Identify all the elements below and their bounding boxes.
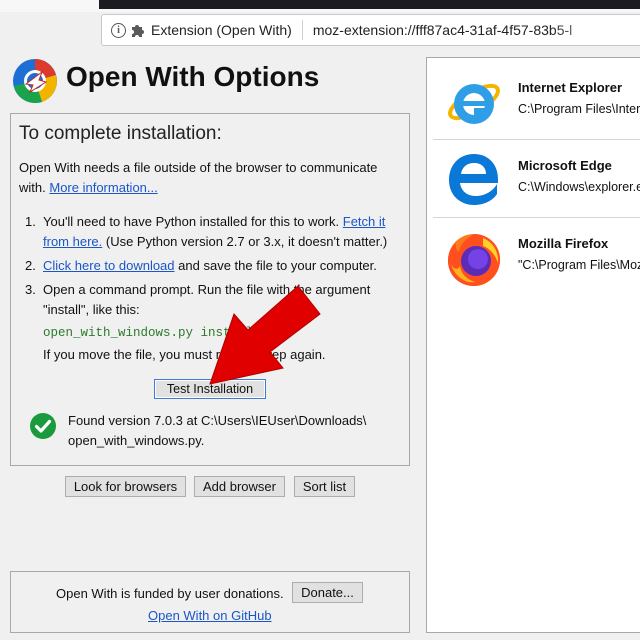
installation-heading: To complete installation: — [19, 123, 222, 144]
donate-button[interactable]: Donate... — [292, 582, 363, 603]
info-icon[interactable]: i — [111, 22, 126, 38]
browser-item-mozilla-firefox[interactable]: Mozilla Firefox "C:\Program Files\Mozill… — [433, 220, 640, 296]
installation-status: Found version 7.0.3 at C:\Users\IEUser\D… — [68, 413, 367, 448]
download-link[interactable]: Click here to download — [43, 258, 175, 273]
url-separator — [301, 20, 303, 40]
step-1: 1. You'll need to have Python installed … — [25, 214, 388, 249]
microsoft-edge-icon — [449, 154, 498, 205]
puzzle-icon — [132, 25, 144, 37]
url-bar[interactable]: i Extension (Open With) moz-extension://… — [101, 14, 640, 46]
sort-list-button[interactable]: Sort list — [294, 476, 355, 497]
browser-name: Microsoft Edge — [518, 158, 612, 173]
browser-item-internet-explorer[interactable]: Internet Explorer C:\Program Files\Inter… — [433, 64, 640, 140]
url-text[interactable]: moz-extension://fff87ac4-31af-4f57-83b5-… — [313, 22, 572, 38]
browser-top-strip — [0, 0, 640, 12]
extension-label: Extension (Open With) — [151, 22, 292, 38]
open-with-logo — [13, 59, 57, 104]
donation-text: Open With is funded by user donations. — [56, 586, 284, 601]
browser-path: C:\Program Files\Internet Explorer\iexpl… — [518, 102, 640, 116]
install-steps: 1. You'll need to have Python installed … — [25, 212, 403, 347]
install-command: open_with_windows.py install — [43, 326, 254, 340]
github-link[interactable]: Open With on GitHub — [148, 608, 272, 623]
more-information-link[interactable]: More information... — [49, 180, 157, 195]
step-2: 2. Click here to download and save the f… — [25, 258, 377, 273]
installation-panel: To complete installation: Open With need… — [10, 113, 410, 466]
browser-name: Mozilla Firefox — [518, 236, 609, 251]
step-3: 3. Open a command prompt. Run the file w… — [25, 280, 403, 343]
move-file-note: If you move the file, you must run this … — [43, 347, 326, 362]
browser-item-microsoft-edge[interactable]: Microsoft Edge C:\Windows\explorer.exe s… — [433, 142, 640, 218]
look-for-browsers-button[interactable]: Look for browsers — [65, 476, 186, 497]
add-browser-button[interactable]: Add browser — [194, 476, 285, 497]
donation-panel: Open With is funded by user donations. D… — [10, 571, 410, 633]
browser-list: Internet Explorer C:\Program Files\Inter… — [426, 57, 640, 633]
intro-text: Open With needs a file outside of the br… — [19, 160, 378, 195]
page-title: Open With Options — [66, 61, 320, 92]
test-installation-button[interactable]: Test Installation — [154, 379, 266, 399]
browser-path: "C:\Program Files\Mozilla Firefox\firefo… — [518, 258, 640, 272]
internet-explorer-icon — [448, 83, 500, 124]
browser-path: C:\Windows\explorer.exe shell:Appsfolder… — [518, 180, 640, 194]
browser-name: Internet Explorer — [518, 80, 623, 95]
success-check-icon — [30, 413, 56, 439]
tab-bar — [99, 0, 640, 9]
firefox-icon — [448, 234, 501, 286]
